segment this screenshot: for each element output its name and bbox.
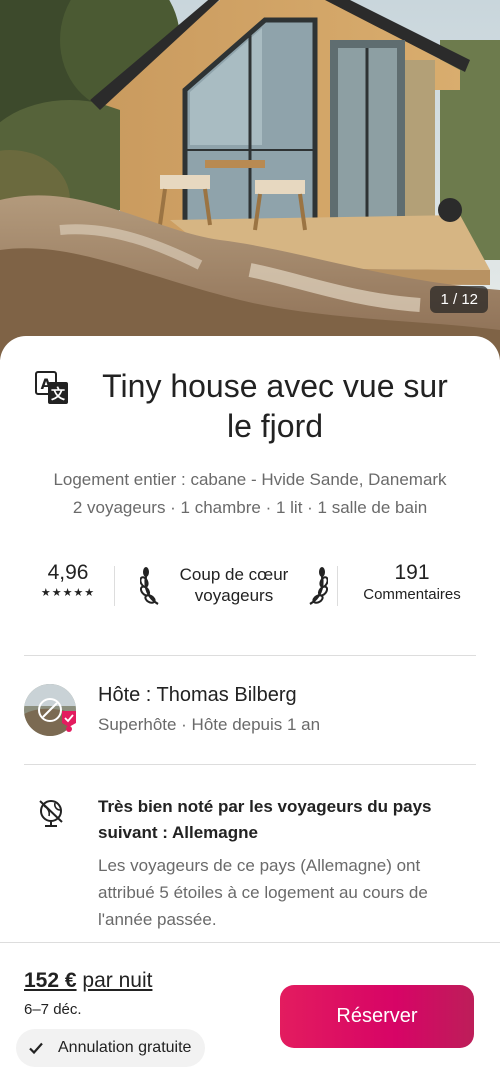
superhost-badge-icon [62,711,76,732]
listing-title-line1: Tiny house avec vue sur [102,368,448,404]
laurel-right-icon [309,567,328,605]
check-icon [29,1042,43,1055]
guest-favorite-stat[interactable]: Coup de cœur voyageurs [132,560,336,610]
free-cancellation-badge: Annulation gratuite [16,1029,206,1067]
host-name: Hôte : Thomas Bilberg [98,684,297,706]
photo-counter: 1 / 12 [430,286,488,313]
highlight-title: Très bien noté par les voyageurs du pays… [98,794,468,846]
globe-crossed-icon [39,800,63,827]
listing-type-location: Logement entier : cabane - Hvide Sande, … [53,470,447,489]
price-unit: par nuit [82,969,153,992]
laurel-left-icon [140,567,159,605]
guest-favorite-label: Coup de cœur voyageurs [172,564,296,606]
listing-capacity: 2 voyageurs · 1 chambre · 1 lit · 1 sall… [72,498,428,517]
selected-dates[interactable]: 6–7 déc. [24,1001,82,1018]
rating-stars-icon: ★★★★★ [40,587,96,599]
host-row[interactable]: Hôte : Thomas Bilberg Superhôte · Hôte d… [24,682,476,738]
highlight-desc-line2: attribué 5 étoiles à ce logement au cour… [98,883,428,902]
reserve-button[interactable]: Réserver [280,985,474,1048]
highlight-title-line1: Très bien noté par les voyageurs du pays [98,797,432,816]
rating-stat[interactable]: 4,96 ★★★★★ [24,560,112,610]
cabin-photo-illustration [0,0,500,360]
listing-photo[interactable]: 1 / 12 [0,0,500,360]
guest-favorite-line1: Coup de cœur [179,565,289,584]
guest-favorite-line2: voyageurs [194,586,274,605]
highlight-description: Les voyageurs de ce pays (Allemagne) ont… [98,852,473,933]
host-subtitle: Superhôte · Hôte depuis 1 an [98,715,321,734]
reviews-count: 191 [394,561,430,584]
highlight-desc-line3: l'année passée. [98,910,217,929]
price-amount: 152 € [24,969,77,992]
stat-divider [337,566,338,606]
listing-title-line2: le fjord [226,408,324,444]
booking-footer: 152 € par nuit 6–7 déc. Annulation gratu… [0,942,500,1076]
reviews-stat[interactable]: 191 Commentaires [348,560,476,610]
section-divider [24,655,476,656]
listing-stats: 4,96 ★★★★★ Coup de cœur voyageurs 191 Co… [24,560,476,610]
price-per-night[interactable]: 152 € par nuit [24,969,152,993]
highlight-desc-line1: Les voyageurs de ce pays (Allemagne) ont [98,856,421,875]
reviews-label: Commentaires [363,586,461,603]
listing-title: Tiny house avec vue sur le fjord [0,366,500,446]
stat-divider [114,566,115,606]
listing-subtitle: Logement entier : cabane - Hvide Sande, … [0,466,500,522]
section-divider [24,764,476,765]
highlight-title-line2: suivant : Allemagne [98,823,258,842]
rating-value: 4,96 [47,561,89,584]
free-cancellation-label: Annulation gratuite [58,1039,192,1056]
